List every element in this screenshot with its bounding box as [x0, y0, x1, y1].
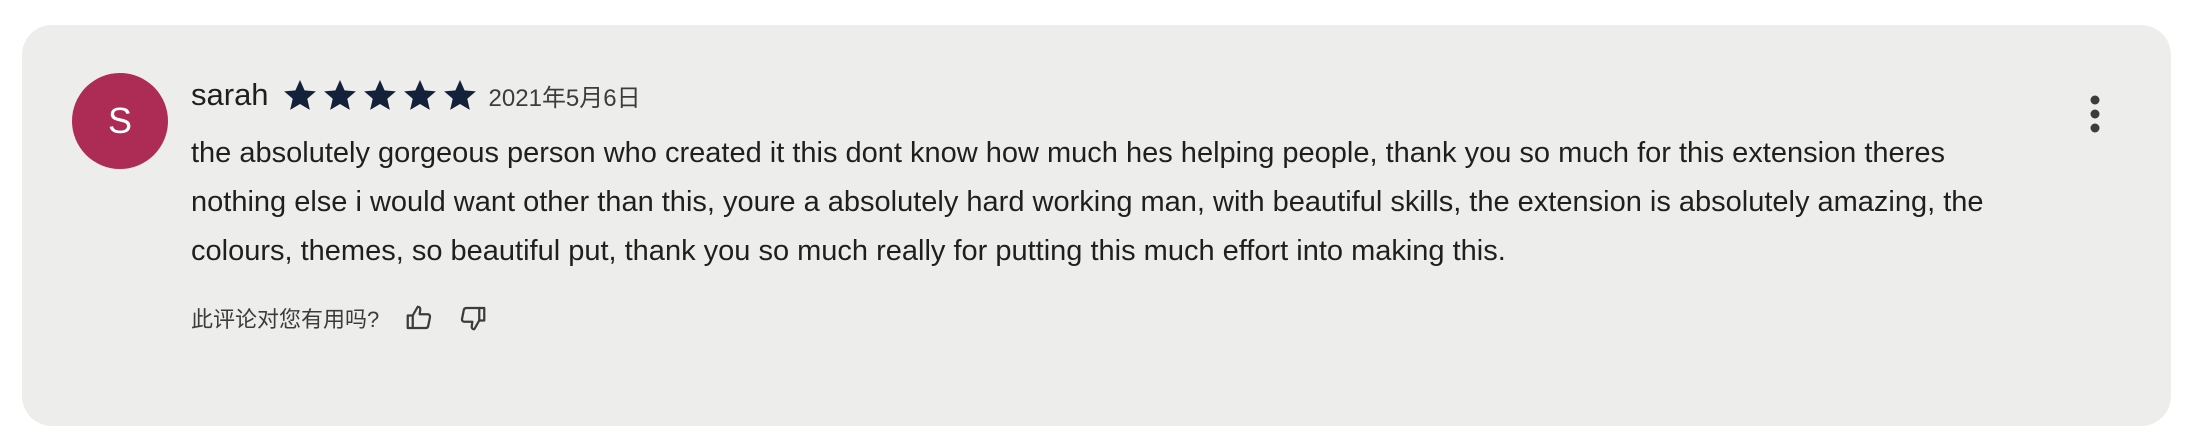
review-header: sarah 2021年5月6日 [191, 73, 2031, 117]
more-options-button[interactable] [2077, 89, 2113, 139]
avatar-letter: S [107, 100, 132, 141]
star-icon [443, 79, 476, 110]
thumbs-down-button[interactable] [453, 298, 493, 338]
star-icon [403, 79, 436, 110]
review-date: 2021年5月6日 [488, 84, 641, 112]
helpful-label: 此评论对您有用吗? [191, 307, 380, 332]
star-icon [363, 79, 396, 110]
review-content: sarah 2021年5月6日 the absolutely gorgeous … [191, 73, 2031, 340]
thumbs-up-icon [406, 305, 432, 330]
review-text: the absolutely gorgeous person who creat… [191, 137, 1984, 267]
author-name: sarah [191, 77, 269, 112]
helpful-row: 此评论对您有用吗? [191, 296, 2031, 340]
star-rating [281, 76, 479, 114]
thumbs-down-icon [461, 306, 486, 331]
avatar: S [72, 73, 168, 169]
review-card: S sarah 2021年5月6日 the absolutely gorgeou… [22, 25, 2171, 426]
thumbs-up-button[interactable] [399, 298, 439, 338]
star-icon [283, 79, 316, 110]
more-vert-icon [2090, 95, 2100, 133]
star-icon [323, 79, 356, 110]
